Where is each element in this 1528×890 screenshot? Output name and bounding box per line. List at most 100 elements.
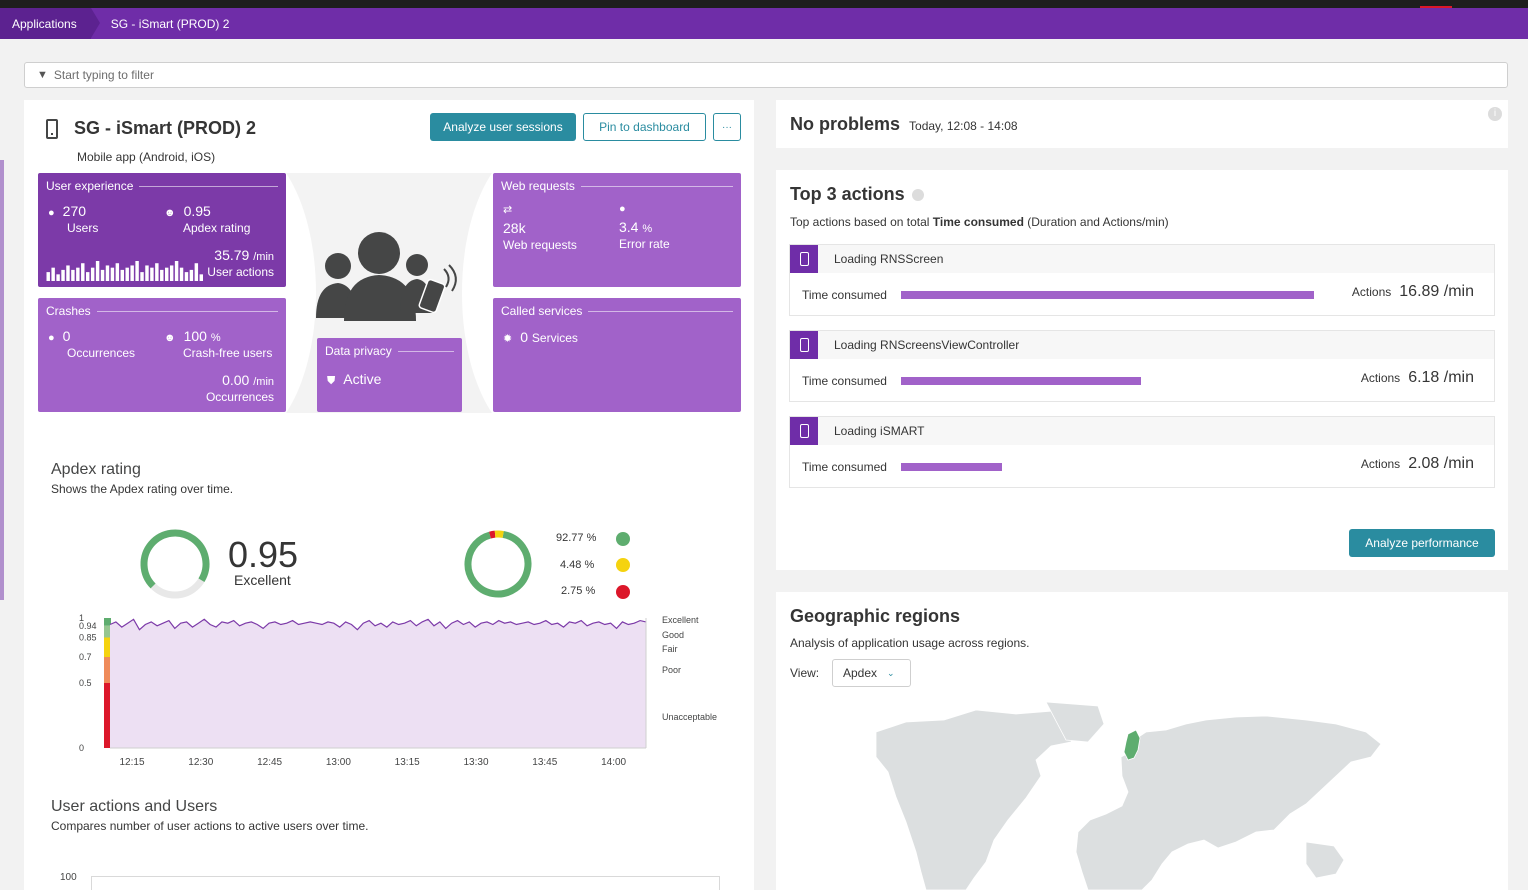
actions-label: Actions — [1360, 371, 1401, 385]
tile-title: Crashes — [46, 304, 91, 318]
web-requests-label: Web requests — [503, 238, 577, 252]
actions-label: Actions — [1360, 457, 1401, 471]
view-select-value: Apdex — [843, 666, 878, 680]
more-options-button[interactable]: ··· — [713, 113, 741, 141]
crashes-tile[interactable]: Crashes ● 0 Occurrences ☻ 100 % Crash-free… — [38, 298, 286, 412]
tile-title: Web requests — [501, 179, 575, 193]
data-privacy-tile[interactable]: Data privacy ⛊ Active — [317, 338, 462, 412]
user-actions-unit: /min — [253, 251, 274, 263]
actions-rate-value: 6.18 /min — [1408, 369, 1474, 386]
action-name[interactable]: Loading RNScreensViewController — [834, 338, 1019, 352]
services-label: Services — [531, 331, 578, 345]
application-overview-panel: SG - iSmart (PROD) 2 Mobile app (Android… — [24, 100, 754, 890]
sparkline-bar — [66, 265, 70, 281]
exchange-icon: ⇄ — [503, 204, 513, 216]
apdex-score: 0.95 — [228, 534, 299, 575]
view-label: View: — [790, 666, 820, 680]
error-rate-value: 3.4 — [619, 219, 639, 235]
breadcrumb: Applications SG - iSmart (PROD) 2 — [0, 8, 1528, 39]
action-body: Time consumed Actions 16.89 /min — [790, 273, 1494, 316]
users-metric: ● 270 Users — [48, 203, 98, 235]
sparkline-bar — [81, 263, 85, 281]
web-requests-tile[interactable]: Web requests ⇄ 28k Web requests ● 3.4 % Er… — [493, 173, 741, 287]
apdex-zone-label: Unacceptable — [662, 712, 717, 722]
apdex-gauge — [140, 529, 210, 599]
crash-free-unit: % — [210, 332, 221, 344]
action-name[interactable]: Loading iSMART — [834, 424, 925, 438]
apdex-distribution-donut — [464, 530, 532, 598]
action-header: Loading iSMART — [790, 417, 1494, 445]
user-experience-tile[interactable]: User experience ● 270 Users ☻ 0.95 Apdex r… — [38, 173, 286, 287]
sparkline-bar — [130, 265, 134, 281]
action-name[interactable]: Loading RNSScreen — [834, 252, 943, 266]
action-body: Time consumed Actions 2.08 /min — [790, 445, 1494, 488]
satisfied-face-icon — [616, 532, 630, 546]
filter-input-placeholder[interactable]: Start typing to filter — [54, 68, 154, 82]
top-action-card[interactable]: Loading RNScreensViewController Time cons… — [789, 330, 1495, 402]
apdex-metric: ☻ 0.95 Apdex rating — [164, 203, 250, 235]
apdex-value: 0.95 — [183, 203, 211, 219]
user-actions-metric: 35.79 /min User actions — [207, 247, 274, 279]
crash-occurrences-value: 0 — [62, 328, 71, 344]
analyze-user-sessions-button[interactable]: Analyze user sessions — [430, 113, 576, 141]
user-actions-section-subtitle: Compares number of user actions to activ… — [51, 819, 369, 833]
apdex-x-tick: 14:00 — [601, 757, 626, 768]
desc-suffix: (Duration and Actions/min) — [1023, 215, 1169, 229]
crash-rate-label: Occurrences — [205, 390, 274, 404]
donut-slice — [464, 530, 532, 598]
apdex-x-tick: 13:45 — [532, 757, 557, 768]
sparkline-bar — [125, 267, 129, 281]
problems-panel: No problems Today, 12:08 - 14:08 i — [776, 100, 1508, 148]
chevron-down-icon: ⌄ — [887, 667, 895, 678]
crash-free-value: 100 — [183, 328, 207, 344]
crash-occurrences-metric: ● 0 Occurrences — [48, 328, 135, 360]
apdex-zone-bar — [104, 657, 111, 683]
sparkline-bar — [145, 265, 149, 281]
apdex-y-tick: 0.85 — [79, 633, 97, 643]
tile-header: Data privacy — [325, 344, 454, 358]
filter-bar[interactable]: ▼ Start typing to filter — [24, 62, 1508, 88]
info-icon[interactable]: i — [1488, 107, 1502, 121]
crash-occurrences-label: Occurrences — [67, 346, 136, 360]
view-select[interactable]: Apdex ⌄ — [832, 659, 911, 687]
time-consumed-bar — [901, 291, 1314, 299]
actions-rate-value: 16.89 /min — [1399, 283, 1474, 300]
sparkline-bar — [51, 267, 55, 281]
desc-prefix: Top actions based on total — [790, 215, 933, 229]
crash-rate-value: 0.00 — [222, 372, 250, 388]
pin-to-dashboard-button[interactable]: Pin to dashboard — [583, 113, 706, 141]
called-services-tile[interactable]: Called services ✹ 0 Services — [493, 298, 741, 412]
apdex-x-tick: 12:30 — [188, 757, 213, 768]
error-rate-label: Error rate — [619, 237, 670, 251]
user-actions-section-title: User actions and Users — [51, 798, 218, 815]
sparkline-bar — [46, 272, 50, 281]
apdex-zone-label: Poor — [662, 665, 681, 675]
apdex-y-tick: 0.5 — [79, 678, 92, 688]
tile-header: Web requests — [501, 179, 733, 193]
analyze-performance-button[interactable]: Analyze performance — [1349, 529, 1495, 557]
breadcrumb-current-app[interactable]: SG - iSmart (PROD) 2 — [91, 8, 242, 39]
top-action-card[interactable]: Loading RNSScreen Time consumed Actions 16.… — [789, 244, 1495, 316]
apdex-x-tick: 12:15 — [119, 757, 144, 768]
app-type: Mobile app (Android, iOS) — [77, 150, 216, 164]
apdex-zone-bar — [104, 618, 111, 626]
top-actions-title: Top 3 actions — [790, 184, 905, 204]
side-edge — [0, 160, 4, 600]
users-value: 270 — [62, 203, 87, 219]
time-consumed-label: Time consumed — [802, 374, 887, 388]
sparkline-bar — [76, 267, 80, 281]
apdex-x-tick: 12:45 — [257, 757, 282, 768]
world-map[interactable] — [866, 702, 1386, 890]
error-rate-metric: ● 3.4 % Error rate — [619, 203, 670, 251]
info-icon[interactable] — [911, 188, 924, 201]
sparkline-bar — [115, 263, 120, 281]
apdex-zone-label: Good — [662, 630, 684, 640]
smiley-icon: ☻ — [164, 332, 176, 344]
sparkline-bar — [189, 269, 194, 281]
breadcrumb-applications[interactable]: Applications — [0, 8, 100, 39]
apdex-x-tick: 13:15 — [395, 757, 420, 768]
tile-title: Called services — [501, 304, 583, 318]
problems-title: No problems — [790, 114, 901, 134]
top-action-card[interactable]: Loading iSMART Time consumed Actions 2.08 /… — [789, 416, 1495, 488]
top-actions-panel: Top 3 actions Top actions based on total… — [776, 170, 1508, 570]
